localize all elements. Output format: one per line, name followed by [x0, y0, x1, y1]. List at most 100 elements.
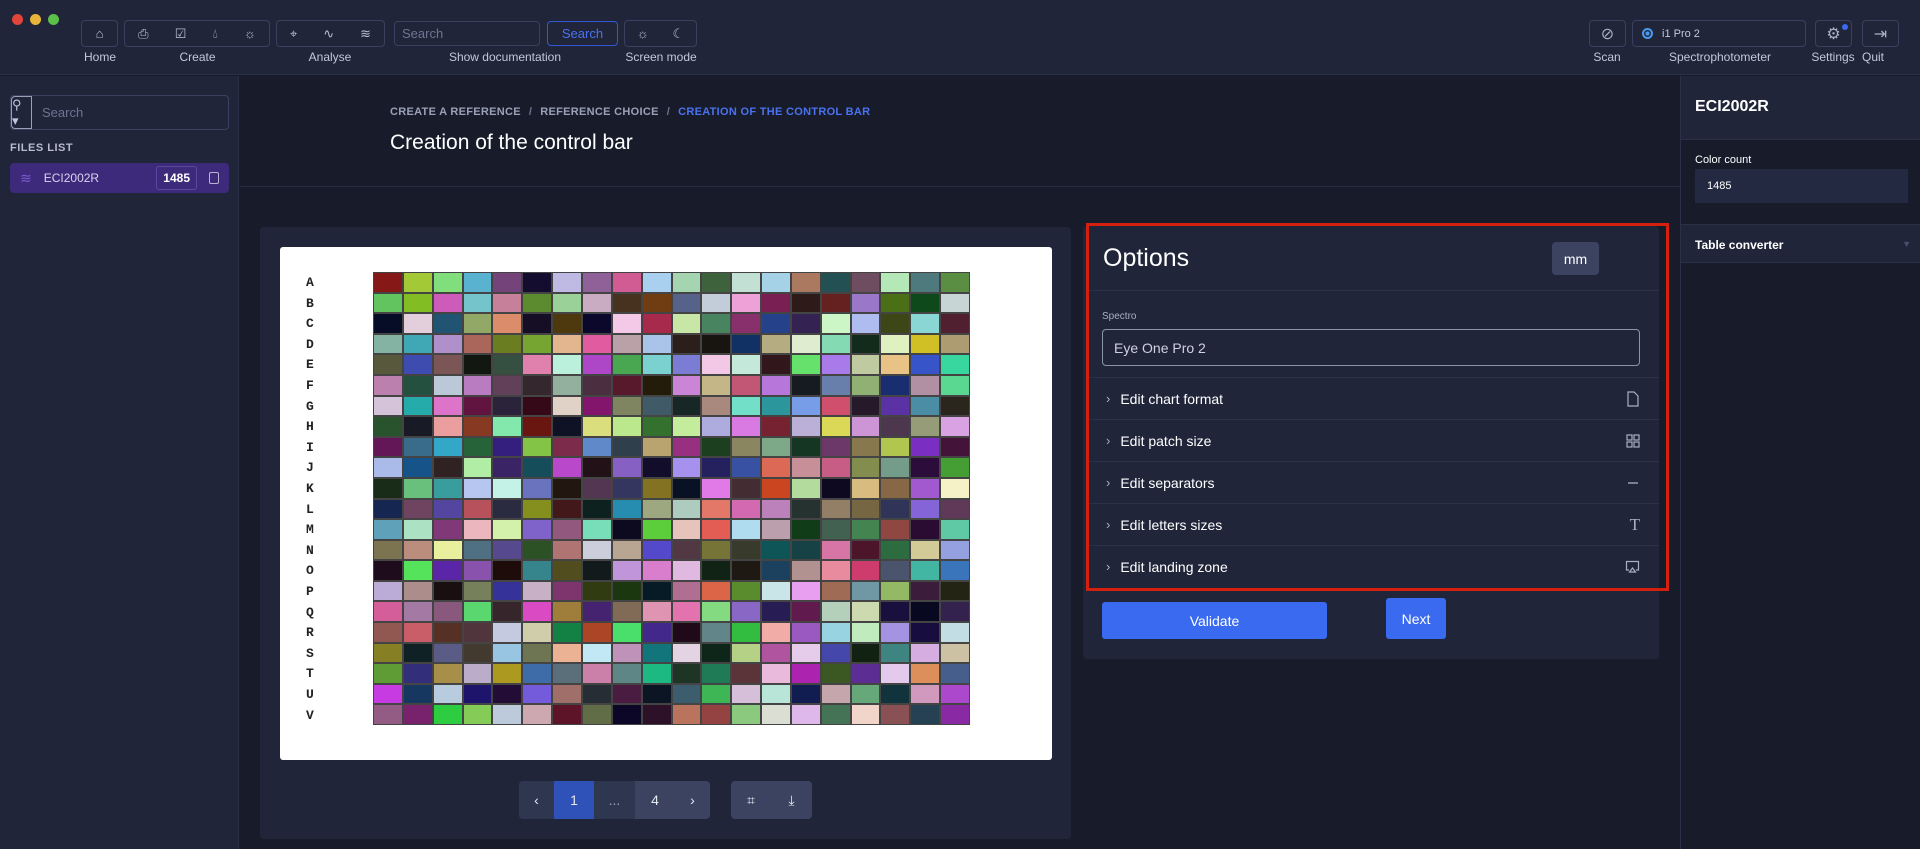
validate-button[interactable]: Validate	[1102, 602, 1327, 639]
scan-button[interactable]: ⊘	[1589, 20, 1626, 47]
color-patch	[493, 643, 522, 663]
color-patch	[553, 705, 581, 724]
color-patch	[911, 273, 940, 292]
color-patch	[612, 499, 641, 519]
quit-button[interactable]: ⇥	[1862, 20, 1899, 47]
drop-icon[interactable]: 💧︎	[213, 26, 218, 42]
minimize-window-button[interactable]	[30, 14, 41, 25]
sidebar: ⚲ ▾ FILES LIST ≋ ECI2002R 1485	[0, 76, 239, 849]
color-patch	[702, 643, 731, 663]
chevron-right-icon: ›	[1106, 559, 1111, 574]
color-patch	[821, 375, 850, 395]
color-patch	[433, 417, 462, 436]
color-patch	[881, 705, 910, 724]
search-filter-dropdown[interactable]: ⚲ ▾	[11, 96, 32, 129]
color-patch	[941, 417, 969, 436]
color-count-value: 1485	[1695, 169, 1908, 203]
checkbox-icon[interactable]: ☑	[175, 26, 187, 42]
maximize-window-button[interactable]	[48, 14, 59, 25]
pulse-icon[interactable]: ∿	[323, 26, 334, 42]
table-converter-dropdown[interactable]: Table converter ▼	[1681, 224, 1920, 263]
color-patch	[881, 561, 910, 580]
spectrophotometer-select[interactable]: i1 Pro 2	[1632, 20, 1806, 47]
color-patch	[732, 643, 761, 663]
settings-button[interactable]: ⚙	[1815, 20, 1852, 47]
color-patch	[493, 458, 522, 477]
wifi-off-icon: ⊘	[1600, 25, 1615, 43]
row-label-J: J	[306, 460, 314, 476]
color-patch	[672, 458, 701, 477]
color-patch	[941, 355, 969, 374]
color-patch	[523, 664, 552, 683]
printer-icon[interactable]: ⎙	[138, 26, 148, 42]
color-patch	[911, 664, 940, 683]
logout-icon: ⇥	[1873, 25, 1888, 43]
color-patch	[553, 417, 581, 436]
spectro-input[interactable]	[1102, 329, 1640, 366]
color-patch	[911, 293, 940, 313]
color-patch	[941, 684, 969, 704]
color-patch	[911, 602, 940, 622]
color-patch	[374, 273, 402, 292]
color-patch	[672, 417, 701, 436]
file-checkbox[interactable]	[209, 172, 219, 184]
edit-landing-zone-section[interactable]: › Edit landing zone	[1086, 545, 1659, 587]
color-patch	[762, 314, 790, 333]
unit-toggle-button[interactable]: mm	[1552, 242, 1599, 275]
color-patch	[433, 664, 462, 683]
layers-icon[interactable]: ≋	[360, 26, 371, 42]
file-search-input[interactable]	[32, 96, 228, 129]
home-button[interactable]: ⌂	[81, 20, 118, 47]
color-count-label: Color count	[1695, 154, 1752, 166]
color-patch	[941, 643, 969, 663]
dark-mode-icon[interactable]: ☾	[672, 26, 684, 42]
breadcrumb-create-reference[interactable]: CREATE A REFERENCE	[390, 106, 521, 118]
color-patch	[433, 396, 462, 416]
file-item-eci2002r[interactable]: ≋ ECI2002R 1485	[10, 163, 229, 193]
color-patch	[881, 417, 910, 436]
light-mode-icon[interactable]: ☼	[637, 26, 649, 41]
sun-icon[interactable]: ☼	[244, 26, 256, 41]
table-converter-label: Table converter	[1695, 238, 1784, 252]
color-patch	[911, 520, 940, 539]
color-patch	[732, 705, 761, 724]
color-patch	[642, 520, 671, 539]
close-window-button[interactable]	[12, 14, 23, 25]
prev-page-button[interactable]: ‹	[519, 781, 554, 819]
page-4-button[interactable]: 4	[635, 781, 675, 819]
edit-chart-format-section[interactable]: › Edit chart format	[1086, 377, 1659, 419]
color-patch	[821, 458, 850, 477]
color-patch	[403, 664, 432, 683]
color-patch	[732, 334, 761, 354]
breadcrumb-reference-choice[interactable]: REFERENCE CHOICE	[540, 106, 658, 118]
color-patch	[791, 623, 820, 642]
color-patch	[791, 293, 820, 313]
color-patch	[642, 684, 671, 704]
chevron-down-icon: ▼	[1902, 239, 1911, 249]
download-button[interactable]: ⤓	[771, 781, 812, 819]
color-patch	[851, 499, 880, 519]
color-patch	[762, 375, 790, 395]
color-patch	[582, 602, 611, 622]
next-button[interactable]: Next	[1386, 598, 1446, 639]
crop-button[interactable]: ⌗	[731, 781, 771, 819]
documentation-search-button[interactable]: Search	[547, 21, 618, 46]
color-patch	[642, 293, 671, 313]
edit-patch-size-section[interactable]: › Edit patch size	[1086, 419, 1659, 461]
color-patch	[523, 478, 552, 498]
documentation-search-input[interactable]	[394, 21, 540, 46]
color-patch	[403, 623, 432, 642]
page-1-button[interactable]: 1	[554, 781, 594, 819]
color-patch	[642, 396, 671, 416]
color-patch	[612, 623, 641, 642]
color-patch	[642, 561, 671, 580]
color-patch	[732, 293, 761, 313]
file-count-badge: 1485	[156, 166, 197, 190]
color-patch	[374, 293, 402, 313]
edit-letters-sizes-section[interactable]: › Edit letters sizes T	[1086, 503, 1659, 545]
color-patch	[762, 437, 790, 457]
next-page-button[interactable]: ›	[675, 781, 710, 819]
color-patch	[941, 602, 969, 622]
target-icon[interactable]: ⌖	[290, 26, 297, 42]
edit-separators-section[interactable]: › Edit separators	[1086, 461, 1659, 503]
